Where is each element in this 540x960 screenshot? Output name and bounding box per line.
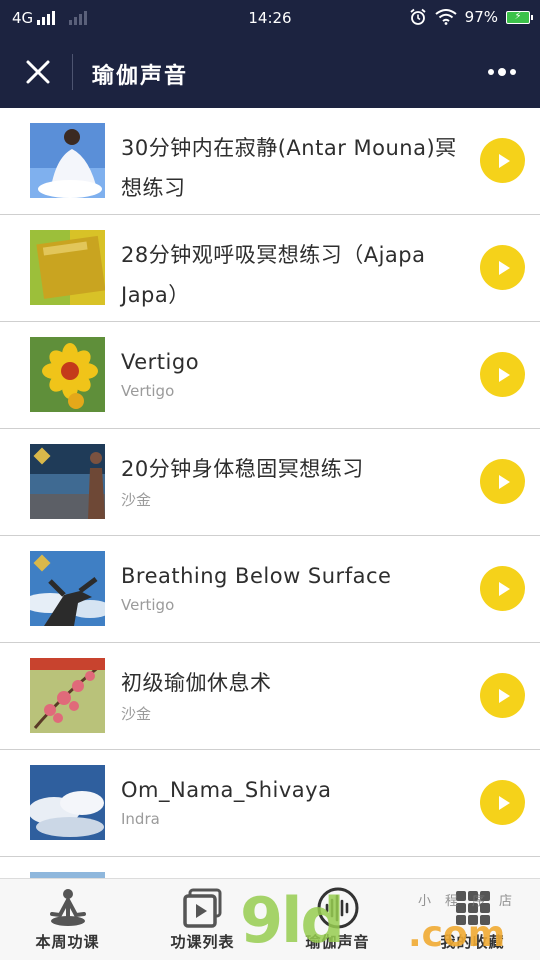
more-dot-icon <box>498 68 506 76</box>
track-item[interactable] <box>0 857 540 878</box>
track-item[interactable]: Om_Nama_Shivaya Indra <box>0 750 540 857</box>
tab-label: 本周功课 <box>35 933 100 951</box>
tab-yoga-sounds[interactable]: 瑜伽声音 <box>270 879 405 960</box>
alarm-clock-icon <box>410 8 426 25</box>
track-thumbnail <box>30 551 105 626</box>
play-button[interactable] <box>480 245 525 290</box>
track-artist: Vertigo <box>121 596 175 614</box>
track-thumbnail <box>30 444 105 519</box>
more-dot-icon <box>510 69 516 75</box>
track-item[interactable]: 30分钟内在寂静(Antar Mouna)冥想练习 <box>0 108 540 215</box>
close-button[interactable] <box>18 52 58 92</box>
play-button[interactable] <box>480 459 525 504</box>
track-title: 初级瑜伽休息术 <box>121 671 272 695</box>
track-thumbnail <box>30 765 105 840</box>
track-title: 28分钟观呼吸冥想练习（Ajapa Japa） <box>121 243 426 307</box>
track-title: Om_Nama_Shivaya <box>121 778 332 802</box>
track-title: 20分钟身体稳固冥想练习 <box>121 457 364 481</box>
video-play-icon <box>183 888 222 928</box>
tab-label: 功课列表 <box>170 933 235 951</box>
track-title: Breathing Below Surface <box>121 564 392 588</box>
tab-label: 瑜伽声音 <box>305 933 370 951</box>
track-thumbnail <box>30 123 105 198</box>
play-button[interactable] <box>480 138 525 183</box>
status-icons: 97% ⚡ <box>409 8 533 26</box>
meditation-figure-icon <box>50 889 86 926</box>
track-item[interactable]: Vertigo Vertigo <box>0 322 540 429</box>
play-icon <box>498 688 510 703</box>
track-artist: 沙金 <box>121 705 152 723</box>
battery-percent: 97% <box>464 8 498 26</box>
battery-icon: ⚡ <box>506 10 533 24</box>
header-divider <box>72 54 73 90</box>
play-icon <box>498 581 510 596</box>
tab-my-favorites[interactable]: 我的收藏 <box>405 879 540 960</box>
header: 瑜伽声音 <box>0 36 540 108</box>
track-thumbnail <box>30 658 105 733</box>
track-list[interactable]: 30分钟内在寂静(Antar Mouna)冥想练习 28分钟观呼吸冥想练习（Aj… <box>0 108 540 878</box>
status-bar: 4G 14:26 97% ⚡ <box>0 0 540 36</box>
play-button[interactable] <box>480 566 525 611</box>
tab-label: 我的收藏 <box>440 933 505 951</box>
close-icon <box>26 60 50 84</box>
play-icon <box>498 153 510 168</box>
grid-icon <box>456 891 490 925</box>
track-title: Vertigo <box>121 350 200 374</box>
play-icon <box>498 474 510 489</box>
page-title: 瑜伽声音 <box>92 64 189 89</box>
tab-bar: 本周功课 功课列表 瑜伽声音 我的收藏 <box>0 878 540 960</box>
track-thumbnail <box>30 337 105 412</box>
track-artist: 沙金 <box>121 491 152 509</box>
track-item[interactable]: Breathing Below Surface Vertigo <box>0 536 540 643</box>
play-button[interactable] <box>480 352 525 397</box>
play-icon <box>498 795 510 810</box>
track-thumbnail <box>30 230 105 305</box>
track-item[interactable]: 20分钟身体稳固冥想练习 沙金 <box>0 429 540 536</box>
play-button[interactable] <box>480 780 525 825</box>
play-button[interactable] <box>480 673 525 718</box>
sound-wave-icon <box>317 887 359 929</box>
track-artist: Indra <box>121 810 160 828</box>
more-dot-icon <box>488 69 494 75</box>
track-title: 30分钟内在寂静(Antar Mouna)冥想练习 <box>121 136 457 200</box>
play-icon <box>498 260 510 275</box>
wifi-icon <box>435 9 457 25</box>
tab-weekly-lessons[interactable]: 本周功课 <box>0 879 135 960</box>
track-item[interactable]: 初级瑜伽休息术 沙金 <box>0 643 540 750</box>
play-icon <box>498 367 510 382</box>
tab-lesson-list[interactable]: 功课列表 <box>135 879 270 960</box>
track-item[interactable]: 28分钟观呼吸冥想练习（Ajapa Japa） <box>0 215 540 322</box>
more-options-button[interactable] <box>482 58 522 86</box>
track-artist: Vertigo <box>121 382 175 400</box>
